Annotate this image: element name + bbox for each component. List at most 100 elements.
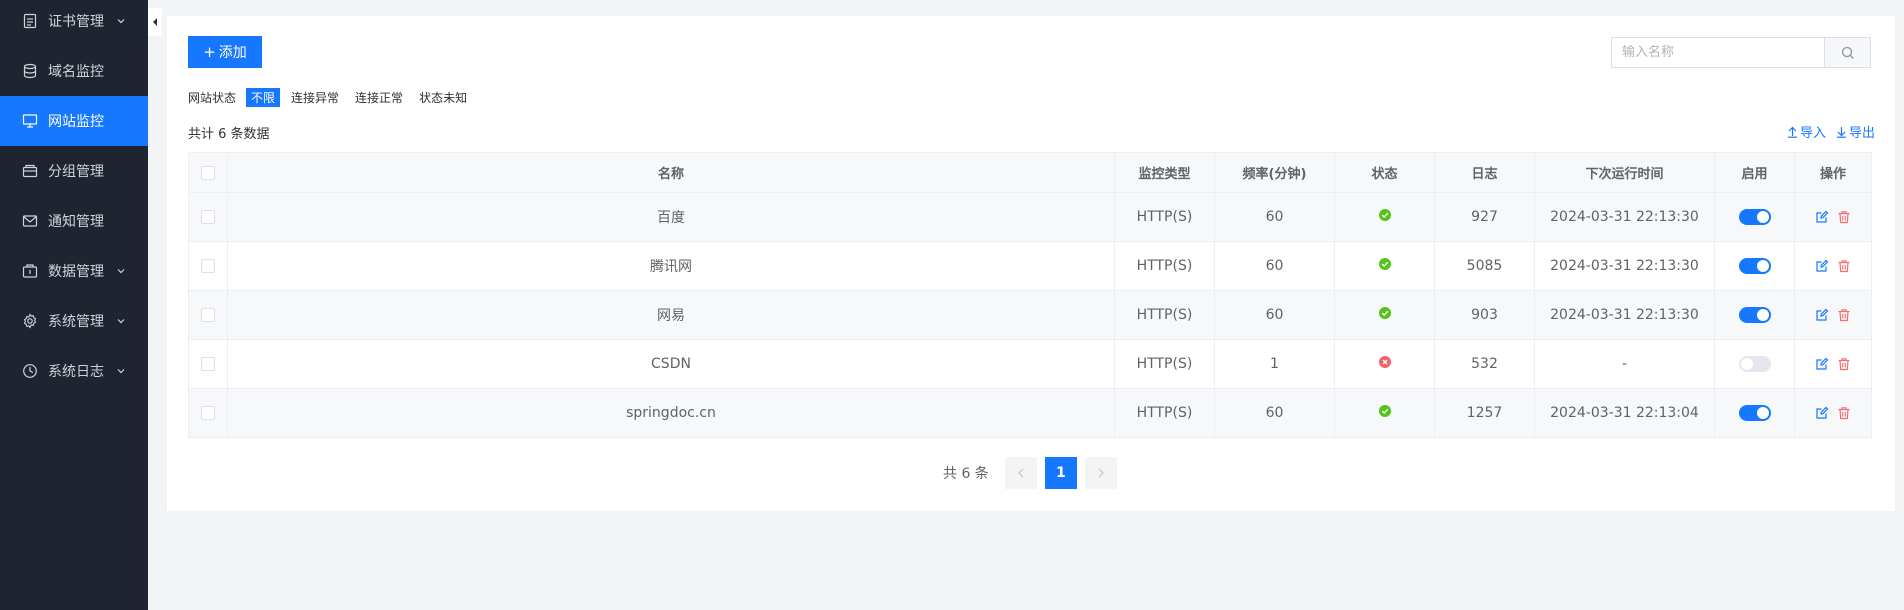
row-checkbox[interactable] <box>201 259 215 273</box>
total-count: 共计 6 条数据 <box>188 127 270 142</box>
status-ok-icon <box>1378 258 1391 270</box>
sidebar-item-data[interactable]: 数据管理 <box>0 246 148 296</box>
delete-icon[interactable] <box>1837 210 1851 224</box>
delete-icon[interactable] <box>1837 259 1851 273</box>
status-filter: 网站状态 不限 连接异常 连接正常 状态未知 <box>188 87 478 107</box>
sidebar-item-notifications[interactable]: 通知管理 <box>0 196 148 246</box>
edit-icon[interactable] <box>1815 357 1829 371</box>
toggle-knob <box>1756 211 1769 223</box>
mail-icon <box>22 215 38 227</box>
delete-icon[interactable] <box>1837 308 1851 322</box>
search-icon <box>1841 46 1854 59</box>
row-checkbox[interactable] <box>201 357 215 371</box>
header-log: 日志 <box>1434 152 1535 193</box>
search-input[interactable] <box>1612 38 1824 67</box>
status-ok-icon <box>1378 307 1391 319</box>
header-select-all <box>188 152 228 193</box>
row-frequency: 60 <box>1214 388 1335 438</box>
row-frequency: 1 <box>1214 339 1335 389</box>
chevron-down-icon <box>117 19 125 24</box>
enable-toggle[interactable] <box>1738 258 1771 274</box>
row-next-run: 2024-03-31 22:13:30 <box>1534 290 1715 340</box>
row-next-run: 2024-03-31 22:13:30 <box>1534 192 1715 242</box>
add-button-label: 添加 <box>218 45 247 61</box>
filter-option-normal[interactable]: 连接正常 <box>350 88 408 107</box>
plus-icon: + <box>203 42 216 61</box>
import-export-links: 导入 导出 <box>1787 122 1875 141</box>
enable-toggle[interactable] <box>1738 209 1771 225</box>
filter-option-all[interactable]: 不限 <box>246 87 281 107</box>
sidebar-item-label: 域名监控 <box>48 64 104 80</box>
upload-icon <box>1787 126 1797 138</box>
row-status <box>1334 192 1435 242</box>
import-link[interactable]: 导入 <box>1787 122 1826 141</box>
sidebar-item-system-log[interactable]: 系统日志 <box>0 346 148 396</box>
row-frequency: 60 <box>1214 290 1335 340</box>
header-name: 名称 <box>227 152 1115 193</box>
export-link[interactable]: 导出 <box>1836 122 1875 141</box>
header-monitor-type: 监控类型 <box>1114 152 1215 193</box>
row-name: CSDN <box>227 339 1115 389</box>
table-row: CSDN HTTP(S) 1 532- <box>188 339 1872 389</box>
row-name: 腾讯网 <box>227 241 1115 291</box>
row-next-run: 2024-03-31 22:13:30 <box>1534 241 1715 291</box>
table-row: 百度 HTTP(S) 60 927 2024-03-31 22:13:30 <box>188 192 1872 242</box>
row-monitor-type: HTTP(S) <box>1114 388 1215 438</box>
chevron-right-icon <box>1098 468 1104 478</box>
add-button[interactable]: + 添加 <box>188 36 262 68</box>
select-all-checkbox[interactable] <box>201 165 215 180</box>
pagination-total: 共 6 条 <box>943 466 989 482</box>
search-button[interactable] <box>1824 38 1870 67</box>
row-checkbox[interactable] <box>201 308 215 322</box>
row-name: springdoc.cn <box>227 388 1115 438</box>
edit-icon[interactable] <box>1815 406 1829 420</box>
row-checkbox[interactable] <box>201 210 215 224</box>
sidebar-collapse-button[interactable] <box>148 8 162 36</box>
row-select-cell <box>188 339 228 389</box>
row-select-cell <box>188 388 228 438</box>
edit-icon[interactable] <box>1815 259 1829 273</box>
delete-icon[interactable] <box>1837 357 1851 371</box>
folder-icon <box>22 164 38 178</box>
search-box <box>1611 37 1871 68</box>
row-actions <box>1794 339 1872 389</box>
delete-icon[interactable] <box>1837 406 1851 420</box>
sidebar-item-label: 证书管理 <box>48 14 104 30</box>
filter-option-unknown[interactable]: 状态未知 <box>414 88 472 107</box>
enable-toggle[interactable] <box>1738 307 1771 323</box>
header-enabled: 启用 <box>1714 152 1795 193</box>
sidebar-item-system[interactable]: 系统管理 <box>0 296 148 346</box>
toggle-knob <box>1740 358 1753 370</box>
gear-icon <box>23 313 37 329</box>
header-next-run: 下次运行时间 <box>1534 152 1715 193</box>
filter-option-error[interactable]: 连接异常 <box>286 88 344 107</box>
edit-icon[interactable] <box>1815 210 1829 224</box>
sidebar-item-label: 通知管理 <box>48 214 104 230</box>
sidebar-item-groups[interactable]: 分组管理 <box>0 146 148 196</box>
row-enabled <box>1714 339 1795 389</box>
page-number-current[interactable]: 1 <box>1044 457 1077 489</box>
row-frequency: 60 <box>1214 241 1335 291</box>
row-actions <box>1794 388 1872 438</box>
sidebar-item-website-monitor[interactable]: 网站监控 <box>0 96 148 146</box>
toggle-knob <box>1756 309 1769 321</box>
row-status <box>1334 388 1435 438</box>
next-page-button[interactable] <box>1084 457 1117 489</box>
caret-left-icon <box>153 18 157 26</box>
row-checkbox[interactable] <box>201 406 215 420</box>
download-icon <box>1836 126 1846 138</box>
enable-toggle[interactable] <box>1738 405 1771 421</box>
sidebar-item-label: 分组管理 <box>48 164 104 180</box>
chevron-down-icon <box>117 319 125 324</box>
sidebar-item-certificates[interactable]: 证书管理 <box>0 0 148 46</box>
edit-icon[interactable] <box>1815 308 1829 322</box>
sidebar-item-label: 系统管理 <box>48 314 104 330</box>
table-header-row: 名称 监控类型 频率(分钟) 状态 日志 下次运行时间 启用 操作 <box>188 152 1872 193</box>
document-icon <box>23 13 37 29</box>
enable-toggle[interactable] <box>1738 356 1771 372</box>
sidebar-item-domain-monitor[interactable]: 域名监控 <box>0 46 148 96</box>
row-status <box>1334 290 1435 340</box>
prev-page-button[interactable] <box>1004 457 1037 489</box>
row-actions <box>1794 192 1872 242</box>
row-next-run: - <box>1534 339 1715 389</box>
